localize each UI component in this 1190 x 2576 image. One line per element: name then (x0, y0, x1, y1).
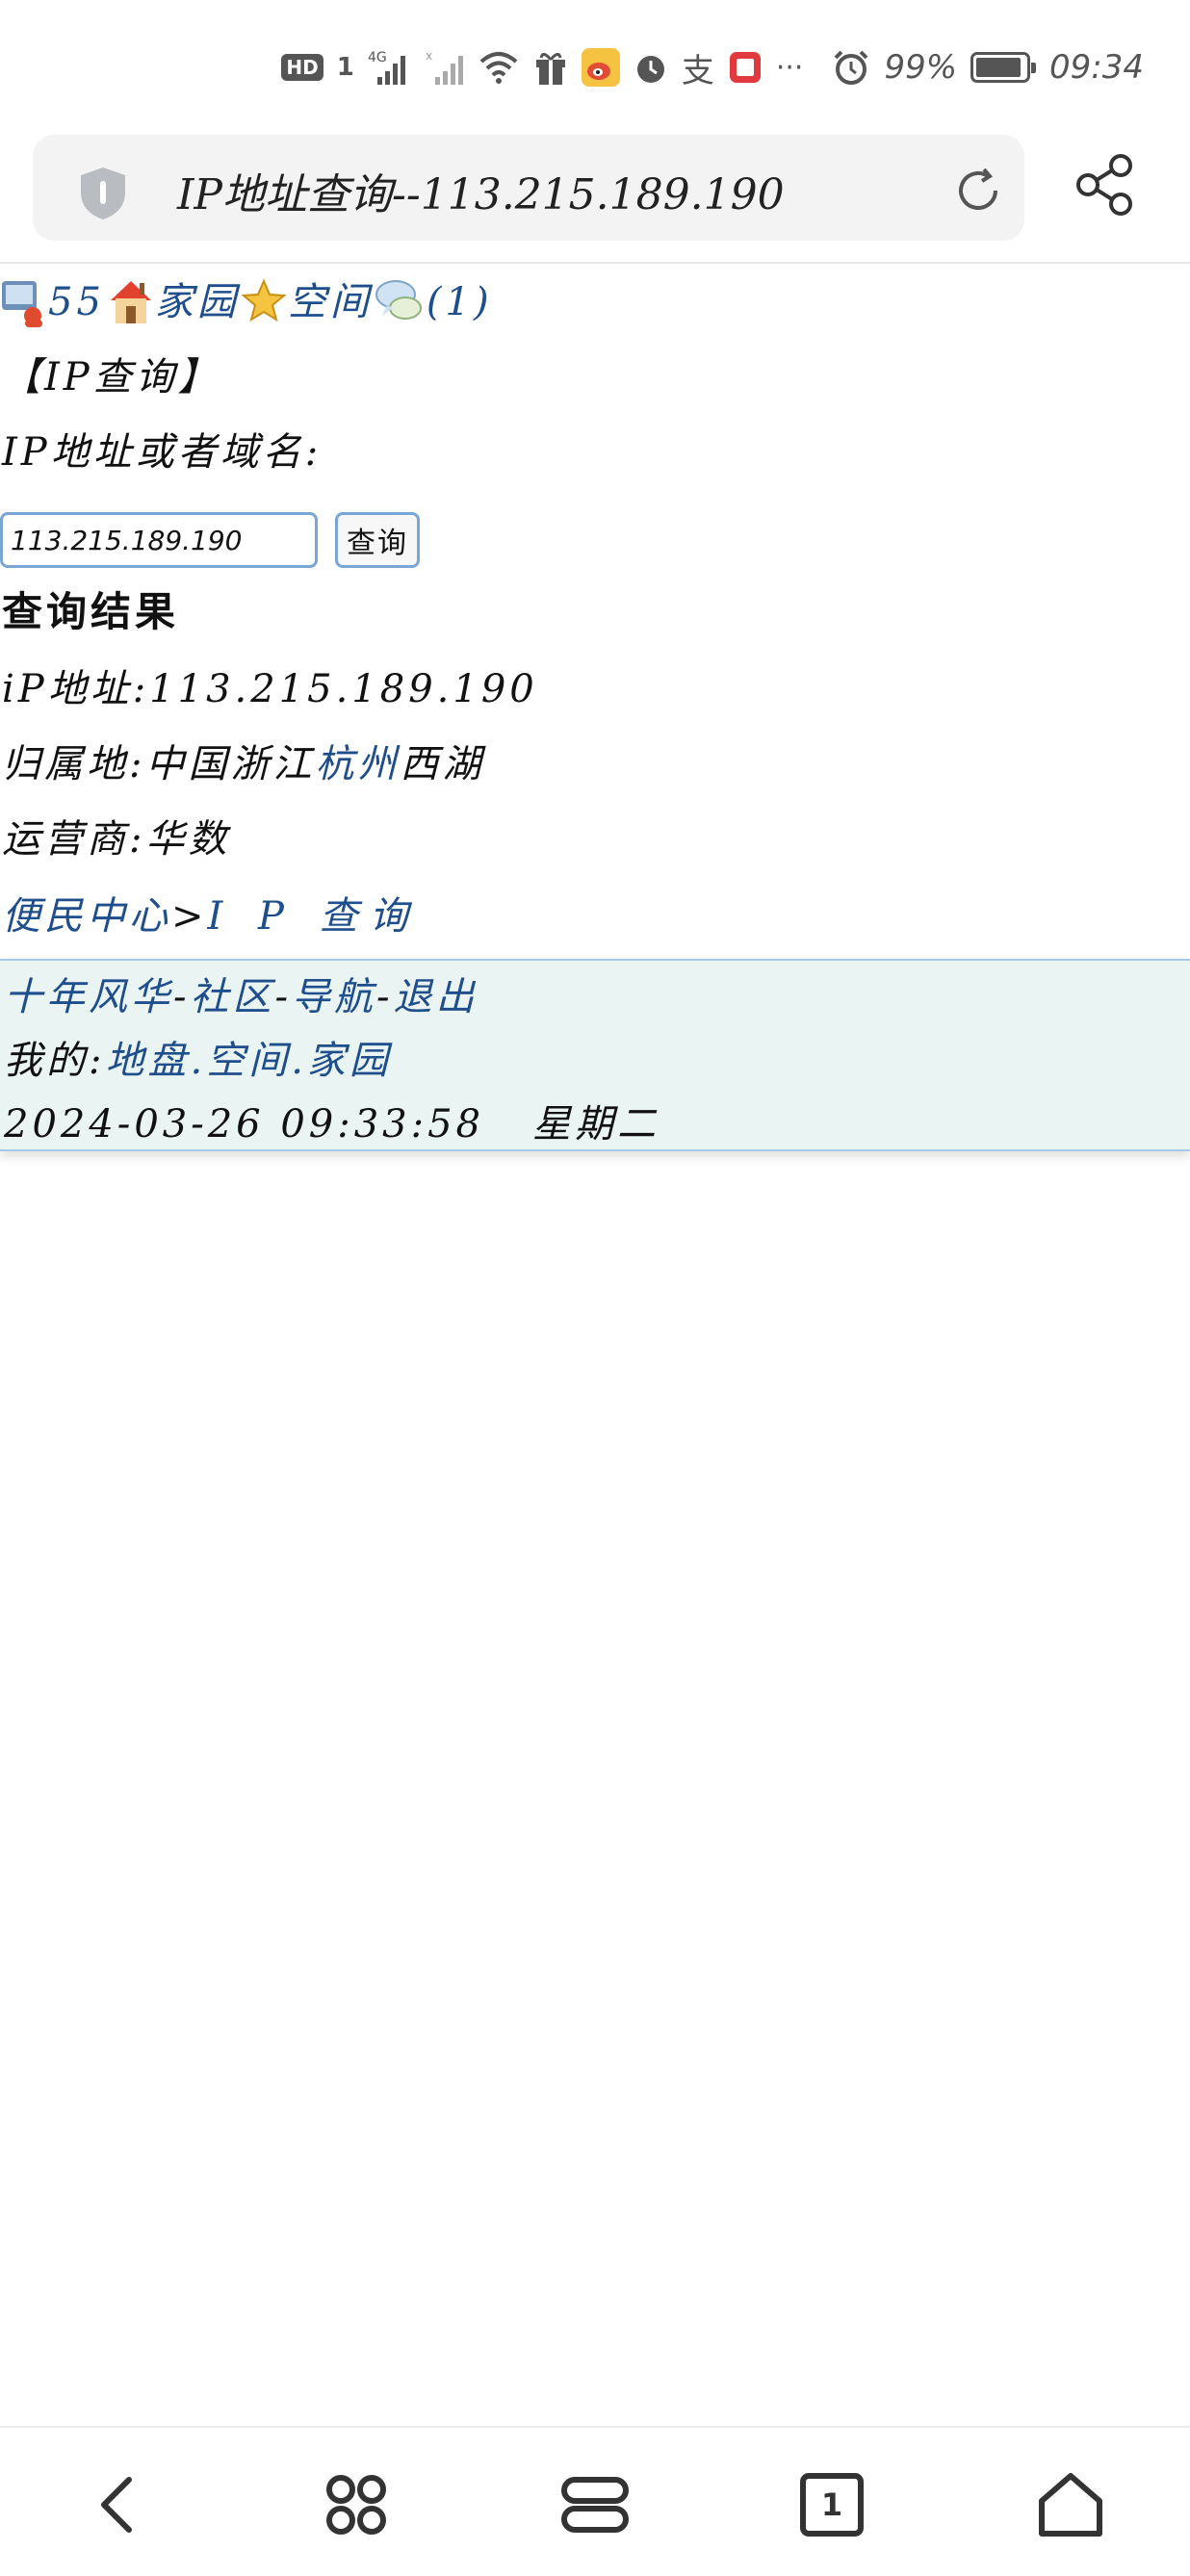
sim-icon: 1 (336, 53, 354, 82)
status-icons: HD 1 4G x 支 ··· 99% 09:34 (281, 44, 1144, 90)
alarm-clock-icon (832, 48, 870, 87)
tabs-count: 1 (820, 2486, 843, 2523)
result-heading: 查询结果 (2, 588, 180, 635)
shield-icon[interactable] (73, 164, 133, 223)
section-title: 【IP查询】 (2, 355, 220, 399)
footer-datetime: 2024-03-26 09:33:58 星期二 (4, 1095, 660, 1153)
breadcrumb-ip-query[interactable]: I P 查询 (208, 894, 420, 939)
back-icon[interactable] (81, 2466, 158, 2543)
messages-link[interactable]: (1) (427, 273, 493, 331)
weibo-icon (581, 48, 620, 87)
status-bar: HD 1 4G x 支 ··· 99% 09:34 (0, 0, 1190, 125)
menu-grid-icon[interactable] (318, 2466, 395, 2543)
footer-sep: - (173, 975, 191, 1019)
red-book-icon (728, 48, 763, 87)
location-label: 归属地: (2, 742, 146, 786)
signal-nosim-icon: x (426, 48, 464, 87)
footer-logout-link[interactable]: 退出 (394, 975, 479, 1019)
location-suffix: 西湖 (400, 742, 485, 786)
footer-site-link[interactable]: 十年风华 (4, 975, 173, 1019)
battery-percent: 99% (884, 48, 958, 87)
hd-icon: HD (281, 48, 323, 87)
bottom-navigation: 1 (0, 2426, 1190, 2576)
query-button[interactable]: 查询 (335, 512, 420, 568)
location-prefix: 中国浙江 (145, 742, 316, 786)
online-count-link[interactable]: 55 (48, 273, 105, 331)
alarm-app-icon (634, 48, 668, 87)
result-ip-value: 113.215.189.190 (149, 667, 538, 711)
footer-sep: - (274, 975, 293, 1019)
mine-label: 我的: (4, 1039, 106, 1083)
home-house-icon (110, 281, 151, 323)
signal-4g-icon: 4G (368, 48, 412, 87)
gift-icon (533, 48, 568, 87)
isp-row: 运营商:华数 (2, 811, 230, 868)
footer-sep: - (376, 975, 394, 1019)
footer: 十年风华-社区-导航-退出 我的:地盘.空间.家园 2024-03-26 09:… (0, 959, 1190, 1151)
wifi-icon (478, 48, 520, 87)
breadcrumb: 便民中心>I P 查询 (2, 888, 420, 945)
bookmarks-icon[interactable] (556, 2466, 634, 2543)
datetime: 2024-03-26 09:33:58 (4, 1102, 484, 1146)
alipay-icon: 支 (681, 51, 714, 90)
home-icon[interactable] (1032, 2466, 1109, 2543)
footer-dot: . (291, 1039, 307, 1083)
footer-mine: 我的:地盘.空间.家园 (4, 1032, 392, 1090)
ip-input[interactable] (0, 512, 318, 568)
footer-dot: . (190, 1039, 207, 1083)
isp-value: 华数 (145, 817, 231, 862)
home-link[interactable]: 家园 (155, 273, 240, 331)
my-space-link[interactable]: 空间 (206, 1039, 291, 1083)
result-ip-label: iP地址: (2, 667, 150, 711)
my-disk-link[interactable]: 地盘 (105, 1039, 190, 1083)
user-nav: 55 家园 空间 (1) (0, 273, 493, 331)
breadcrumb-separator: > (171, 894, 208, 939)
space-star-icon (241, 278, 287, 322)
footer-community-link[interactable]: 社区 (191, 975, 275, 1019)
browser-toolbar: IP地址查询--113.215.189.190 (0, 125, 1190, 264)
user-online-icon (2, 281, 42, 327)
tabs-button[interactable]: 1 (793, 2466, 870, 2543)
chat-bubble-icon (375, 280, 422, 320)
input-label: IP地址或者域名: (2, 430, 323, 475)
location-row: 归属地:中国浙江杭州西湖 (2, 735, 484, 793)
svg-text:x: x (426, 49, 432, 63)
more-notifications-icon: ··· (775, 50, 804, 85)
refresh-icon[interactable] (951, 164, 1005, 218)
breadcrumb-service-center[interactable]: 便民中心 (2, 894, 171, 939)
clock: 09:34 (1049, 48, 1144, 87)
battery-icon (970, 52, 1037, 83)
hd-badge: HD (281, 54, 323, 81)
footer-links: 十年风华-社区-导航-退出 (4, 968, 479, 1026)
share-icon[interactable] (1074, 152, 1136, 218)
isp-label: 运营商: (2, 817, 146, 862)
my-home-link[interactable]: 家园 (307, 1039, 392, 1083)
page-title[interactable]: IP地址查询--113.215.189.190 (177, 160, 785, 221)
address-bar[interactable]: IP地址查询--113.215.189.190 (33, 135, 1024, 241)
svg-text:4G: 4G (368, 50, 387, 65)
city-link[interactable]: 杭州 (315, 742, 400, 786)
weekday: 星期二 (532, 1102, 660, 1146)
space-link[interactable]: 空间 (288, 273, 373, 331)
result-ip-row: iP地址:113.215.189.190 (2, 660, 538, 718)
footer-nav-link[interactable]: 导航 (292, 975, 376, 1019)
